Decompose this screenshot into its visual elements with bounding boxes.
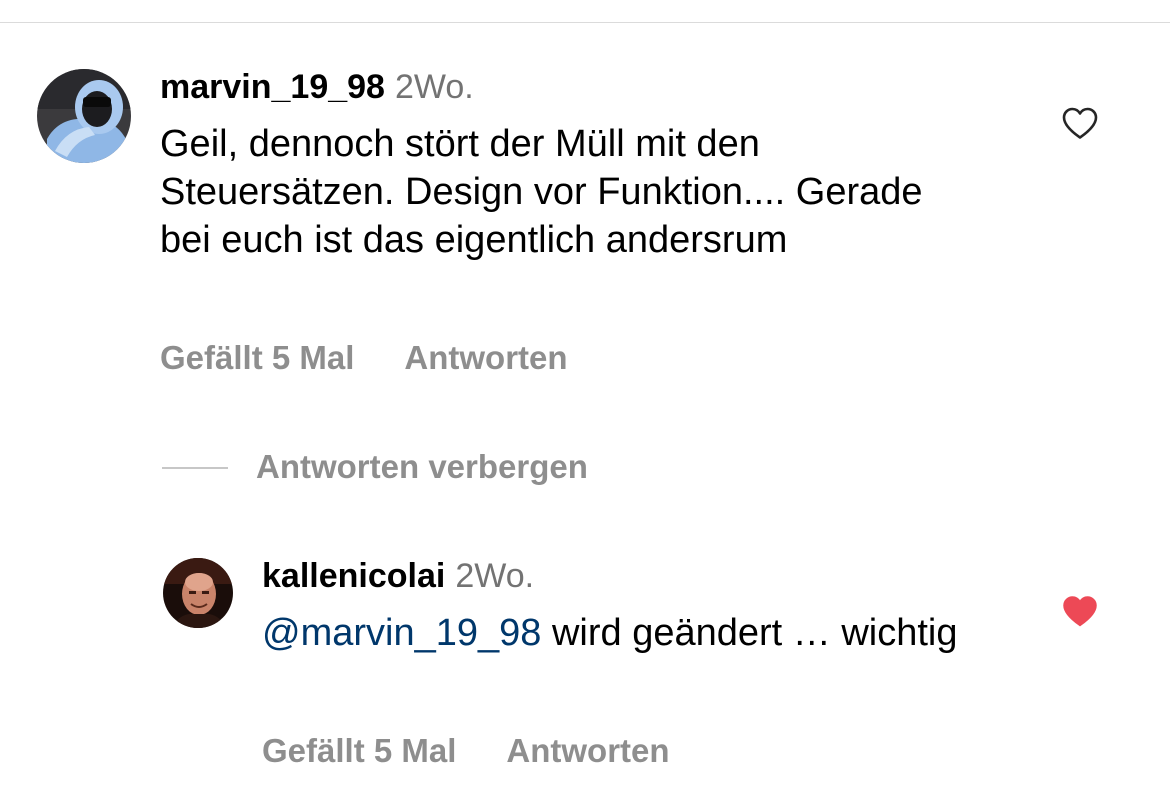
hide-replies-line [162, 467, 228, 469]
likes-count[interactable]: Gefällt 5 Mal [160, 338, 354, 378]
heart-outline-icon[interactable] [1061, 106, 1099, 140]
reply-avatar[interactable] [163, 558, 233, 628]
reply-reply-button[interactable]: Antworten [506, 731, 669, 771]
mention-link[interactable]: @marvin_19_98 [262, 612, 541, 654]
hide-replies-button[interactable]: Antworten verbergen [256, 447, 588, 487]
top-divider [0, 22, 1170, 23]
reply-text-body: wird geändert … wichtig [541, 612, 958, 654]
comment-actions: Gefällt 5 Mal Antworten [160, 338, 568, 378]
reply-header: kallenicolai 2Wo. [262, 556, 534, 596]
avatar-image [37, 69, 131, 163]
avatar[interactable] [37, 69, 131, 163]
reply-timestamp: 2Wo. [455, 557, 535, 595]
comment-header: marvin_19_98 2Wo. [160, 67, 474, 107]
comment-text: Geil, dennoch stört der Müll mit den Ste… [160, 123, 923, 261]
reply-username[interactable]: kallenicolai [262, 557, 445, 595]
reply-text: @marvin_19_98 wird geändert … wichtig [262, 609, 1022, 657]
reply-likes-count[interactable]: Gefällt 5 Mal [262, 731, 456, 771]
reply-avatar-image [163, 558, 233, 628]
heart-filled-icon[interactable] [1061, 594, 1099, 628]
comment-username[interactable]: marvin_19_98 [160, 68, 385, 106]
reply-actions: Gefällt 5 Mal Antworten [262, 731, 670, 771]
reply-button[interactable]: Antworten [404, 338, 567, 378]
comment-timestamp: 2Wo. [394, 68, 474, 106]
